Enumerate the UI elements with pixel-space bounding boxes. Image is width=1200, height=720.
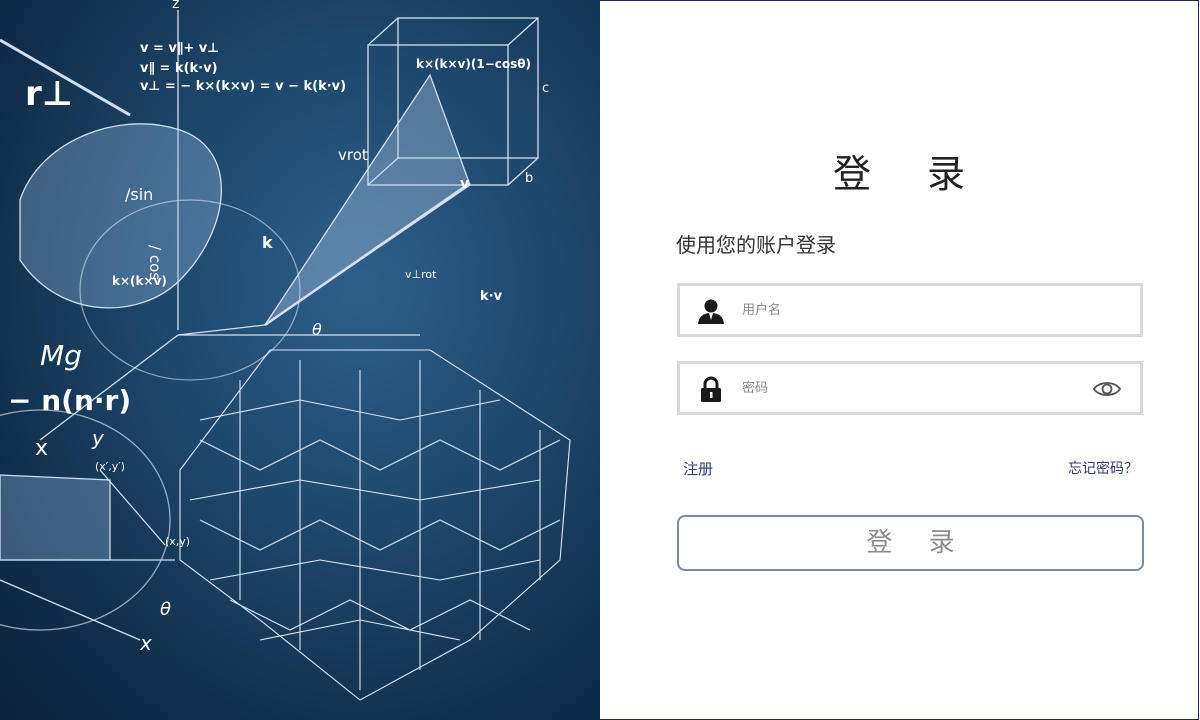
forgot-password-link[interactable]: 忘记密码？ xyxy=(1068,458,1138,478)
svg-text:v = v∥+ v⊥: v = v∥+ v⊥ xyxy=(140,41,219,56)
svg-text:/sin: /sin xyxy=(125,185,153,204)
svg-text:k×(k×v)(1−cosθ): k×(k×v)(1−cosθ) xyxy=(416,57,531,71)
svg-text:x: x xyxy=(35,436,48,461)
svg-text:b: b xyxy=(525,171,533,186)
svg-text:− n(n·r): − n(n·r) xyxy=(8,384,131,417)
svg-text:(x,y): (x,y) xyxy=(165,535,190,548)
login-subtitle: 使用您的账户登录 xyxy=(676,233,836,257)
register-link[interactable]: 注册 xyxy=(683,458,713,479)
svg-text:k×(k×v): k×(k×v) xyxy=(112,274,167,288)
svg-text:z: z xyxy=(172,0,179,12)
svg-text:(x′,y′): (x′,y′) xyxy=(95,460,125,473)
svg-text:c: c xyxy=(542,81,549,96)
user-icon xyxy=(698,299,724,324)
svg-text:v⊥ = − k×(k×v) = v − k(k·v): v⊥ = − k×(k×v) = v − k(k·v) xyxy=(140,79,346,94)
username-field[interactable] xyxy=(677,283,1143,337)
svg-text:y: y xyxy=(91,426,105,450)
illustration-panel: v = v∥+ v⊥ v∥ = k(k·v) v⊥ = − k×(k×v) = … xyxy=(0,0,600,720)
svg-text:Mg: Mg xyxy=(40,339,82,372)
username-input[interactable] xyxy=(742,286,1082,334)
login-button[interactable]: 登 录 xyxy=(677,515,1144,571)
login-title: 登 录 xyxy=(832,152,988,196)
svg-text:x: x xyxy=(139,631,152,655)
password-input[interactable] xyxy=(742,364,1082,412)
svg-text:k: k xyxy=(262,233,273,252)
svg-text:r⊥: r⊥ xyxy=(25,74,73,114)
svg-text:v: v xyxy=(460,176,469,192)
password-field[interactable] xyxy=(677,361,1143,415)
svg-text:v⊥rot: v⊥rot xyxy=(405,268,437,281)
math-chalkboard-illustration: v = v∥+ v⊥ v∥ = k(k·v) v⊥ = − k×(k×v) = … xyxy=(0,0,571,701)
svg-text:θ: θ xyxy=(312,320,322,339)
svg-text:k·v: k·v xyxy=(480,289,503,304)
svg-text:v∥ = k(k·v): v∥ = k(k·v) xyxy=(140,61,218,76)
svg-text:vrot: vrot xyxy=(338,146,368,164)
lock-icon xyxy=(701,376,721,402)
login-panel: 登 录 使用您的账户登录 注册 忘记密码？ 登 录 xyxy=(600,0,1199,720)
eye-icon[interactable] xyxy=(1092,378,1122,400)
svg-text:θ: θ xyxy=(160,599,171,620)
